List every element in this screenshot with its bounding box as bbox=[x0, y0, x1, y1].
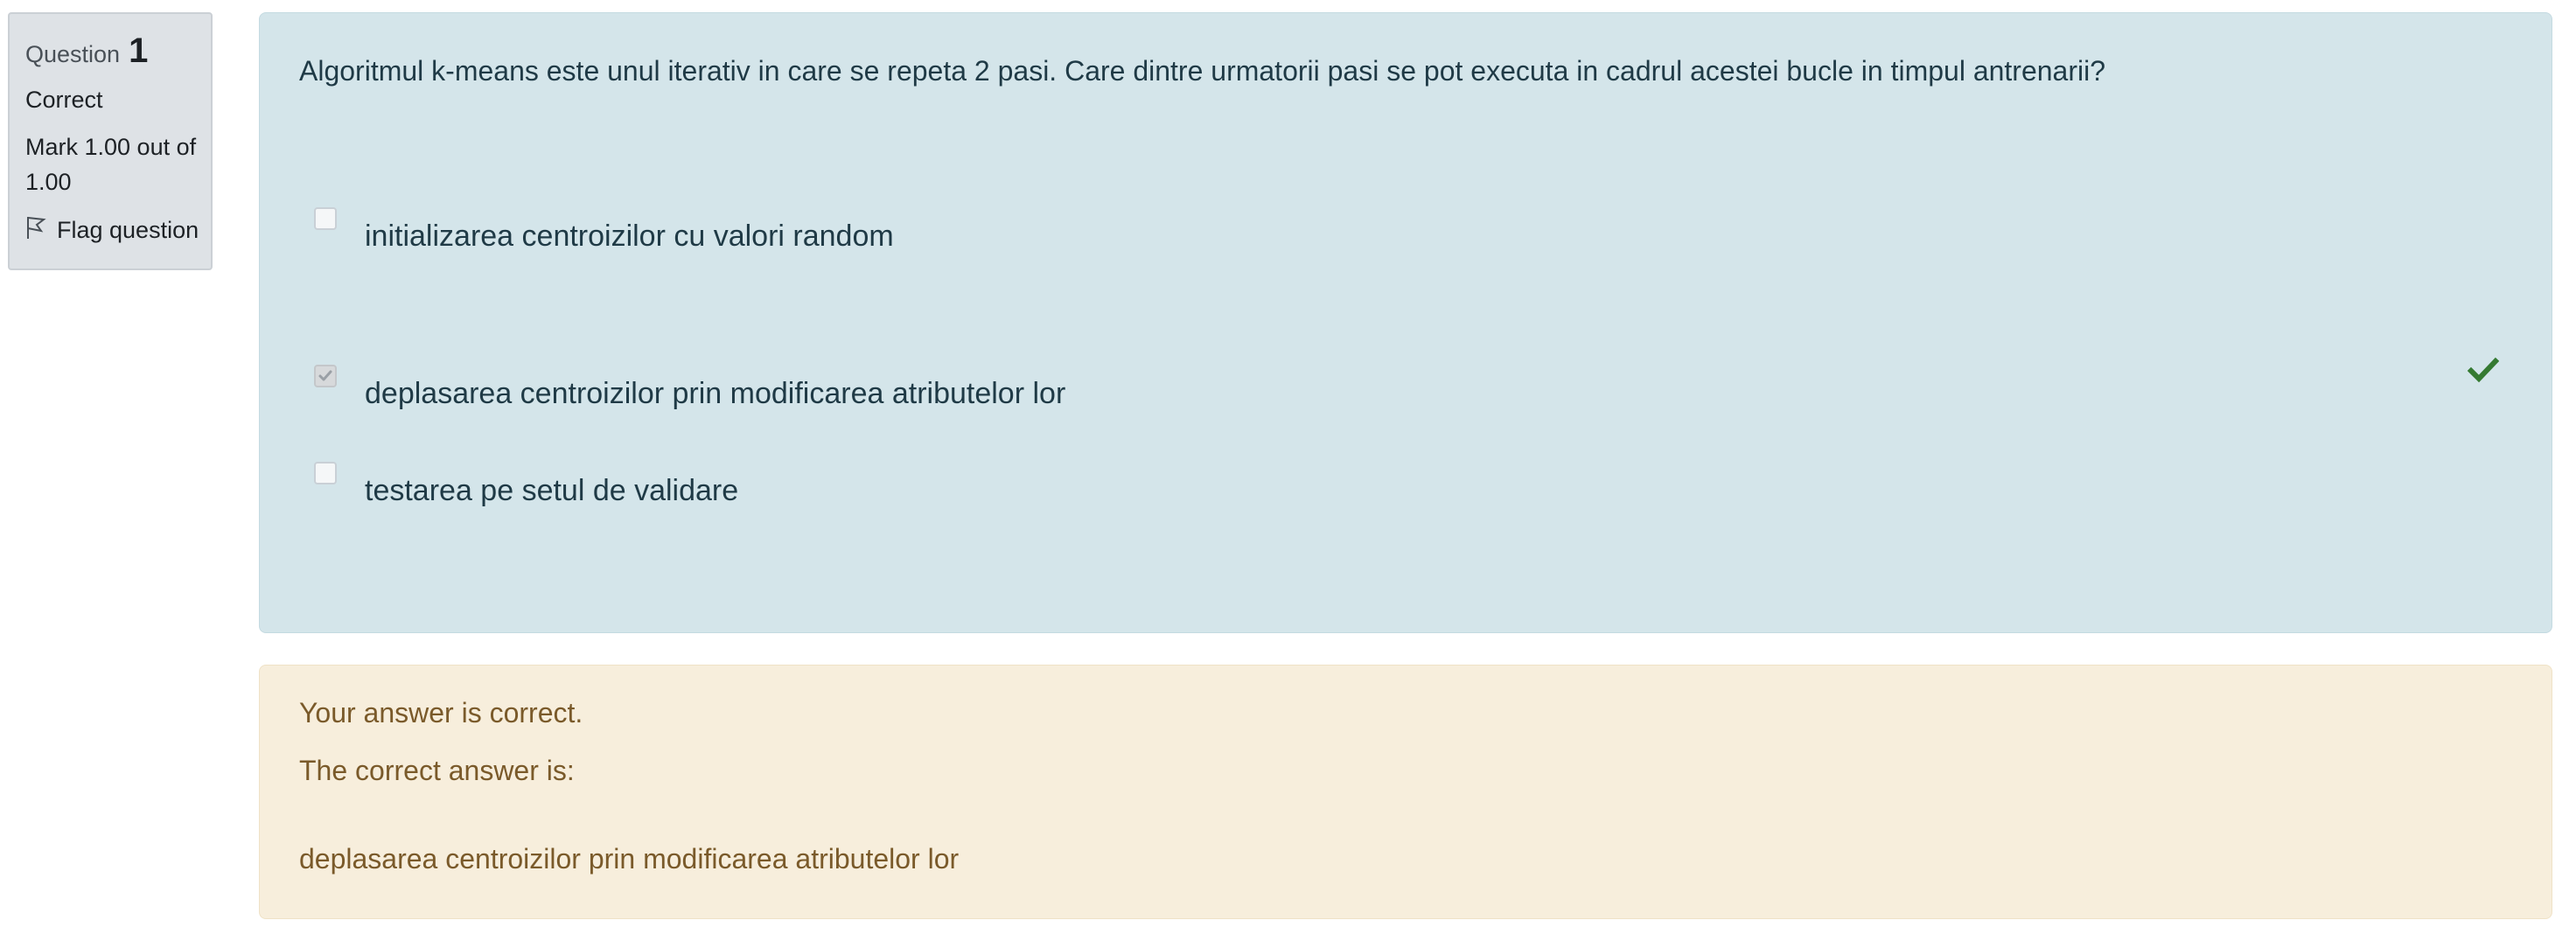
answer-label-2: deplasarea centroizilor prin modificarea… bbox=[365, 377, 1066, 410]
flag-icon bbox=[25, 215, 46, 246]
question-number: 1 bbox=[129, 31, 149, 70]
question-state: Correct bbox=[25, 87, 103, 113]
checkbox-check-icon bbox=[318, 370, 332, 381]
feedback-summary: Your answer is correct. bbox=[299, 697, 583, 728]
question-info-panel: Question 1 Correct Mark 1.00 out of 1.00… bbox=[8, 12, 213, 270]
answer-checkbox-3[interactable] bbox=[314, 462, 337, 484]
answer-checkbox-2[interactable] bbox=[314, 365, 337, 387]
flag-question-label: Flag question bbox=[57, 217, 199, 243]
question-label: Question bbox=[25, 41, 121, 67]
correct-answer-text: deplasarea centroizilor prin modificarea… bbox=[299, 843, 960, 875]
answer-checkbox-1[interactable] bbox=[314, 207, 337, 230]
answer-option-2: deplasarea centroizilor prin modificarea… bbox=[260, 357, 2552, 417]
question-feedback: Your answer is correct. The correct answ… bbox=[259, 665, 2552, 919]
answer-label-3: testarea pe setul de validare bbox=[365, 474, 739, 507]
answer-label-1: initializarea centroizilor cu valori ran… bbox=[365, 220, 894, 253]
question-number-heading: Question 1 bbox=[25, 31, 211, 77]
question-grade: Mark 1.00 out of 1.00 bbox=[25, 134, 197, 195]
question-formulation: Algoritmul k-means este unul iterativ in… bbox=[259, 12, 2552, 633]
answer-option-3: testarea pe setul de validare bbox=[260, 462, 2552, 514]
answer-option-1: initializarea centroizilor cu valori ran… bbox=[260, 207, 2552, 260]
question-text: Algoritmul k-means este unul iterativ in… bbox=[299, 55, 2106, 87]
correct-check-icon bbox=[2468, 357, 2499, 383]
correct-answer-intro: The correct answer is: bbox=[299, 755, 575, 786]
flag-question-button[interactable]: Flag question bbox=[25, 215, 211, 246]
